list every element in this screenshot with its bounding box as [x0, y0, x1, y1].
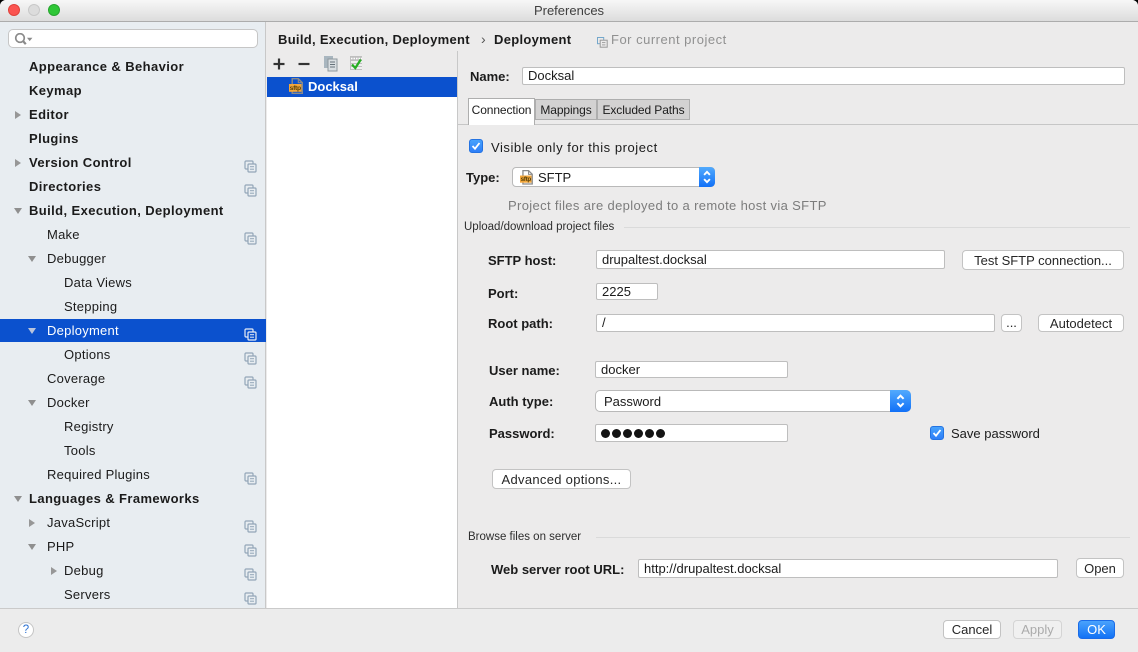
- svg-text:sftp: sftp: [290, 85, 301, 92]
- svg-text:sftp: sftp: [521, 176, 532, 183]
